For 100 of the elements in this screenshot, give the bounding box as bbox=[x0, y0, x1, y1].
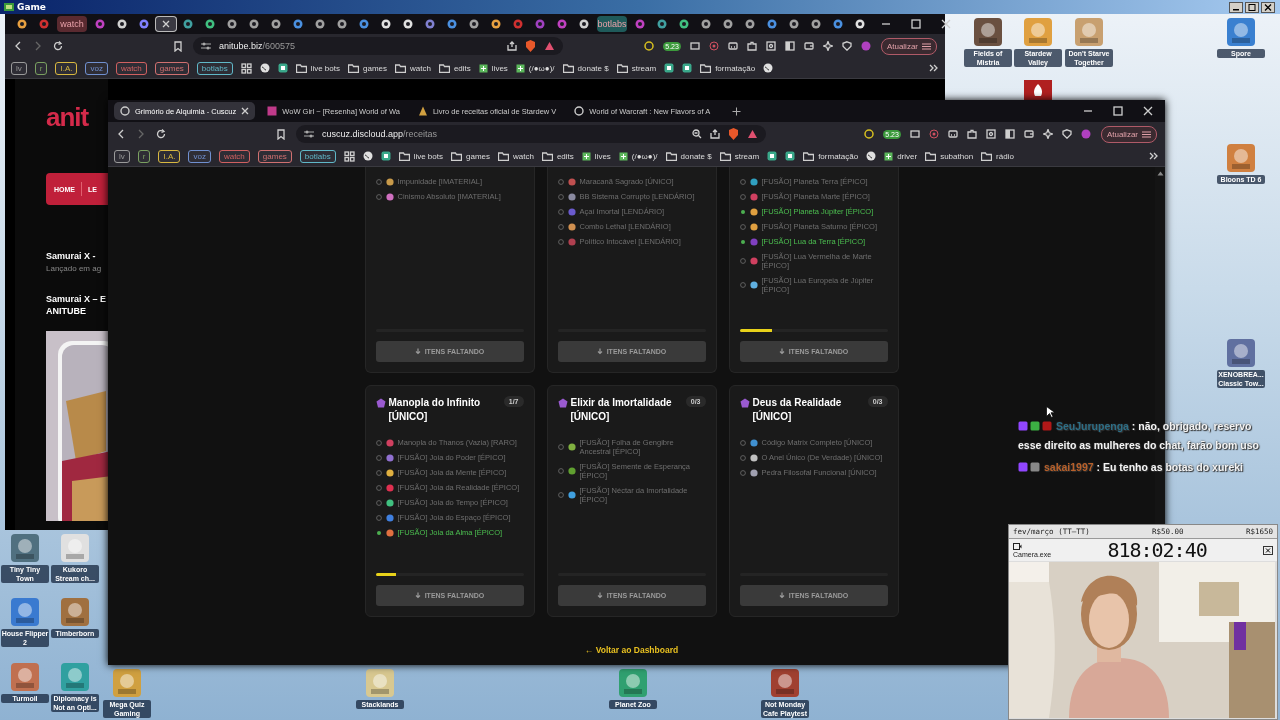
address-bar[interactable]: cuscuz.discloud.app/receitas bbox=[296, 125, 766, 143]
shield-icon[interactable] bbox=[841, 41, 852, 51]
reload-icon[interactable] bbox=[156, 129, 166, 139]
post-title[interactable]: Samurai X – E bbox=[46, 293, 108, 305]
bookmark-folder[interactable]: games bbox=[348, 63, 387, 73]
site-settings-icon[interactable] bbox=[201, 42, 211, 50]
zoom-icon[interactable] bbox=[692, 129, 702, 139]
bookmark-tag[interactable]: games bbox=[154, 61, 189, 75]
headline[interactable]: Samurai X - bbox=[46, 251, 108, 261]
bookmark-folder[interactable]: formatação bbox=[700, 63, 756, 73]
sidebar-icon[interactable] bbox=[784, 41, 795, 51]
bookmark-folder[interactable]: stream bbox=[616, 63, 657, 73]
triangle-icon[interactable] bbox=[747, 129, 758, 139]
bookmark-folder[interactable]: rádio bbox=[981, 151, 1014, 161]
record-icon[interactable] bbox=[928, 129, 939, 139]
bookmark-tag[interactable]: I.A. bbox=[158, 149, 181, 163]
bookmark-tag[interactable]: botlabs bbox=[196, 61, 233, 75]
bookmark-folder[interactable]: live bots bbox=[295, 63, 340, 73]
back-icon[interactable] bbox=[13, 41, 23, 51]
address-bar[interactable]: anitube.biz/600575 bbox=[193, 37, 563, 55]
bookmark-tag[interactable]: games bbox=[257, 149, 292, 163]
bookmark-icon[interactable] bbox=[173, 40, 183, 52]
more-icon[interactable] bbox=[929, 64, 939, 72]
bookmark-folder[interactable]: donate $ bbox=[562, 63, 609, 73]
grid-icon[interactable] bbox=[343, 150, 355, 162]
more-icon[interactable] bbox=[1149, 152, 1159, 160]
bookmark-folder[interactable]: edits bbox=[541, 151, 574, 161]
bookmark-folder[interactable]: games bbox=[451, 151, 490, 161]
app-icon[interactable] bbox=[767, 151, 778, 161]
bookmark-icon[interactable] bbox=[276, 128, 286, 140]
profile-icon[interactable] bbox=[1080, 129, 1091, 139]
bookmark-tag[interactable]: botlabs bbox=[299, 149, 336, 163]
share-icon[interactable] bbox=[710, 129, 720, 139]
globe-icon[interactable] bbox=[866, 151, 877, 161]
globe-icon[interactable] bbox=[763, 63, 774, 73]
triangle-icon[interactable] bbox=[544, 41, 555, 51]
bookmark-folder[interactable]: donate $ bbox=[665, 151, 712, 161]
bookmark-folder[interactable]: watch bbox=[395, 63, 431, 73]
site-settings-icon[interactable] bbox=[304, 130, 314, 138]
record-icon[interactable] bbox=[708, 41, 719, 51]
window-icon[interactable] bbox=[689, 41, 700, 51]
bookmark-link[interactable]: lives bbox=[478, 63, 508, 73]
sparkle-icon[interactable] bbox=[1042, 129, 1053, 139]
bookmark-tag[interactable]: r bbox=[137, 149, 151, 163]
screenshot-icon[interactable] bbox=[765, 41, 776, 51]
browser-tab[interactable]: watch bbox=[57, 16, 87, 32]
profile-icon[interactable] bbox=[860, 41, 871, 51]
app-icon[interactable] bbox=[973, 17, 1003, 47]
bookmark-folder[interactable]: edits bbox=[438, 63, 471, 73]
update-button[interactable]: Atualizar bbox=[1100, 125, 1157, 143]
bookmark-tag[interactable]: lv bbox=[114, 149, 130, 163]
app-icon[interactable] bbox=[1024, 80, 1052, 100]
grid-icon[interactable] bbox=[240, 62, 252, 74]
bookmark-link[interactable]: (/●ω●)/ bbox=[618, 151, 658, 161]
wallet-icon[interactable] bbox=[803, 41, 814, 51]
bookmark-folder[interactable]: subathon bbox=[925, 151, 974, 161]
forward-icon[interactable] bbox=[136, 129, 146, 139]
dashboard-link[interactable]: ← Voltar ao Dashboard bbox=[584, 645, 679, 655]
menu-icon[interactable] bbox=[922, 42, 931, 50]
minimize-icon[interactable] bbox=[1229, 1, 1243, 13]
menu-icon[interactable] bbox=[1142, 130, 1151, 138]
bookmark-folder[interactable]: formatação bbox=[803, 151, 859, 161]
bookmark-tag[interactable]: voz bbox=[85, 61, 108, 75]
sidebar-icon[interactable] bbox=[1004, 129, 1015, 139]
sparkle-icon[interactable] bbox=[822, 41, 833, 51]
window-icon[interactable] bbox=[909, 129, 920, 139]
bookmark-tag[interactable]: voz bbox=[188, 149, 211, 163]
wallet-icon[interactable] bbox=[1023, 129, 1034, 139]
bookmark-folder[interactable]: stream bbox=[719, 151, 760, 161]
app-icon[interactable] bbox=[682, 63, 693, 73]
app-icon[interactable] bbox=[664, 63, 675, 73]
bookmark-tag[interactable]: I.A. bbox=[55, 61, 78, 75]
browser-tab[interactable]: botlabs bbox=[597, 16, 627, 32]
app-icon[interactable] bbox=[380, 151, 391, 161]
browser-tab[interactable] bbox=[155, 16, 177, 32]
bookmark-folder[interactable]: watch bbox=[498, 151, 534, 161]
reload-icon[interactable] bbox=[53, 41, 63, 51]
screenshot-icon[interactable] bbox=[985, 129, 996, 139]
scroll-up-icon[interactable] bbox=[1156, 171, 1164, 176]
app-icon[interactable] bbox=[785, 151, 796, 161]
bookmark-link[interactable]: driver bbox=[884, 151, 918, 161]
site-logo[interactable]: anit bbox=[46, 103, 108, 131]
bookmark-tag[interactable]: r bbox=[34, 61, 48, 75]
shield-icon[interactable] bbox=[1061, 129, 1072, 139]
bookmark-folder[interactable]: live bots bbox=[398, 151, 443, 161]
maximize-icon[interactable] bbox=[1245, 1, 1259, 13]
bookmark-tag[interactable]: watch bbox=[115, 61, 147, 75]
forward-icon[interactable] bbox=[33, 41, 43, 51]
bookmark-link[interactable]: (/●ω●)/ bbox=[515, 63, 555, 73]
globe-icon[interactable] bbox=[362, 151, 373, 161]
back-icon[interactable] bbox=[116, 129, 126, 139]
share-icon[interactable] bbox=[507, 41, 517, 51]
globe-icon[interactable] bbox=[259, 63, 270, 73]
post-title[interactable]: ANITUBE bbox=[46, 305, 108, 317]
new-tab-icon[interactable] bbox=[732, 106, 742, 116]
update-button[interactable]: Atualizar bbox=[880, 37, 937, 55]
bookmark-tag[interactable]: lv bbox=[11, 61, 27, 75]
bookmark-tag[interactable]: watch bbox=[218, 149, 250, 163]
app-icon[interactable] bbox=[277, 63, 288, 73]
close-icon[interactable] bbox=[1261, 1, 1275, 13]
